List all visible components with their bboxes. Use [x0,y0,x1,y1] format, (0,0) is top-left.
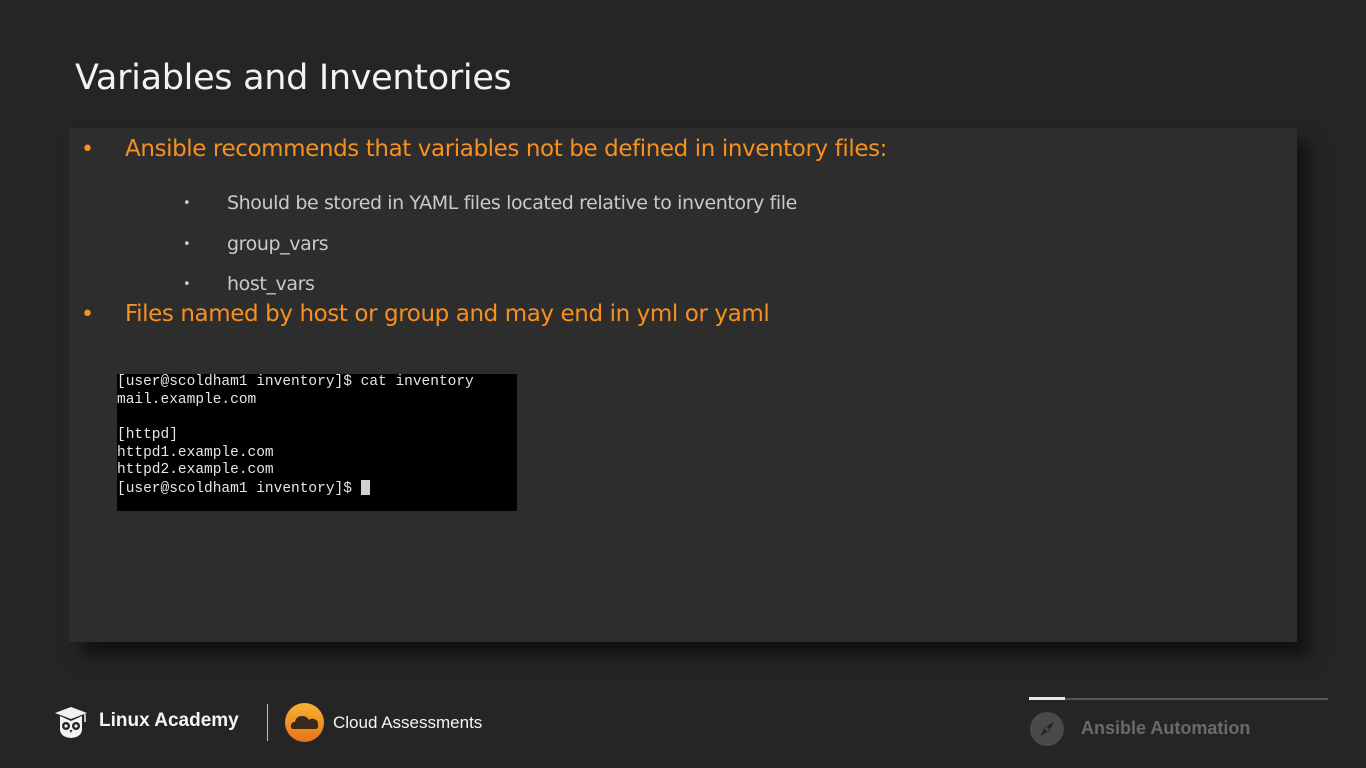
bullet-dot: • [81,137,94,162]
bullet-item: • Files named by host or group and may en… [81,301,770,327]
cloud-assessments-logo-icon [285,703,324,742]
terminal-screenshot: [user@scoldham1 inventory]$ cat inventor… [117,374,517,511]
cloud-assessments-brand: Cloud Assessments [333,713,483,732]
footer-divider [267,704,268,741]
course-progress-fill [1029,697,1065,700]
sub-bullet-item: • Should be stored in YAML files located … [183,192,797,214]
slide-title: Variables and Inventories [75,58,512,98]
sub-bullet-text: host_vars [227,273,315,295]
bullet-dot: • [183,196,191,211]
bullet-dot: • [183,237,191,252]
terminal-prompt: [user@scoldham1 inventory]$ [117,481,361,498]
terminal-line: mail.example.com [117,391,257,408]
bullet-text: Files named by host or group and may end… [125,301,770,327]
terminal-line: [httpd] [117,427,178,444]
content-panel: • Ansible recommends that variables not b… [69,128,1297,642]
terminal-line: httpd2.example.com [117,462,274,479]
sub-bullet-item: • host_vars [183,273,315,295]
linux-academy-owl-logo-icon [55,707,87,738]
linux-academy-brand: Linux Academy [99,710,239,731]
sub-bullet-item: • group_vars [183,233,329,255]
slide: Variables and Inventories • Ansible recom… [0,0,1366,768]
sub-bullet-text: Should be stored in YAML files located r… [227,192,797,214]
terminal-line: [user@scoldham1 inventory]$ cat inventor… [117,374,474,390]
bullet-text: Ansible recommends that variables not be… [125,136,888,162]
bullet-dot: • [183,277,191,292]
terminal-line: httpd1.example.com [117,444,274,461]
sub-bullet-text: group_vars [227,233,329,255]
bullet-dot: • [81,302,94,327]
terminal-prompt-line: [user@scoldham1 inventory]$ [117,480,517,498]
bullet-item: • Ansible recommends that variables not b… [81,136,887,162]
course-progress-bar [1029,697,1328,700]
course-title: Ansible Automation [1081,718,1251,738]
terminal-cursor [360,480,370,496]
compass-icon [1030,712,1064,746]
